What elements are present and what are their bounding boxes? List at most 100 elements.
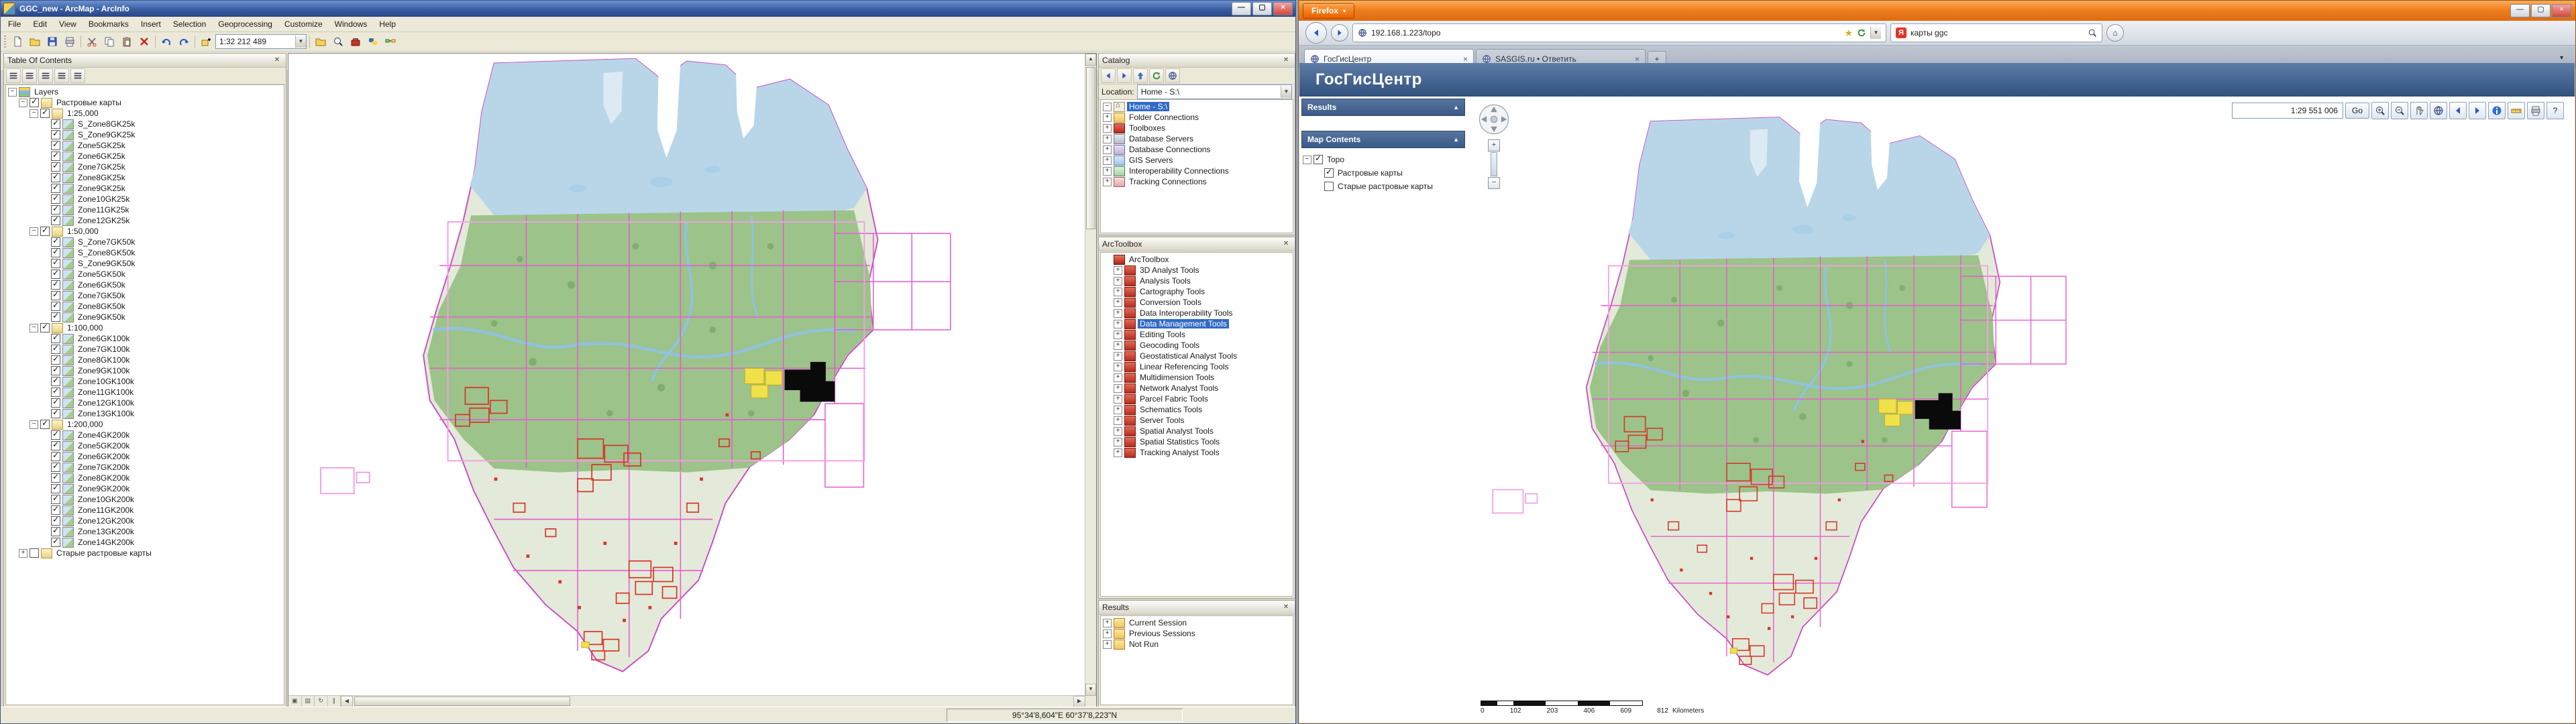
layer-checkbox[interactable] bbox=[51, 205, 60, 215]
close-button[interactable]: × bbox=[2552, 4, 2571, 17]
save-button[interactable] bbox=[44, 34, 60, 50]
toc-options-button[interactable] bbox=[70, 68, 85, 83]
expander-icon[interactable]: + bbox=[1114, 288, 1122, 296]
web-zoom-in-button[interactable] bbox=[2371, 102, 2389, 119]
toolbox-label[interactable]: Data Management Tools bbox=[1138, 319, 1229, 328]
layer-checkbox[interactable] bbox=[51, 141, 60, 150]
launch-arccatalog-button[interactable] bbox=[1165, 68, 1180, 83]
toolbox-label[interactable]: ArcToolbox bbox=[1127, 255, 1171, 264]
toc-tree-row[interactable]: − Растровые карты bbox=[6, 97, 284, 108]
toolbox-label[interactable]: Parcel Fabric Tools bbox=[1138, 394, 1210, 404]
list-all-tabs-icon[interactable]: ▼ bbox=[2553, 54, 2570, 61]
layer-label[interactable]: Zone9GK200k bbox=[76, 484, 131, 493]
layer-checkbox[interactable] bbox=[51, 334, 60, 343]
expander-icon[interactable]: − bbox=[30, 109, 38, 118]
expander-icon[interactable]: + bbox=[1114, 266, 1122, 275]
toc-tree-row[interactable]: S_Zone8GK25k bbox=[6, 119, 284, 129]
layer-label[interactable]: S_Zone8GK50k bbox=[76, 248, 137, 257]
print-button[interactable] bbox=[62, 34, 78, 50]
python-window-button[interactable] bbox=[365, 34, 381, 50]
layer-checkbox[interactable] bbox=[51, 269, 60, 279]
tab-close-icon[interactable] bbox=[1463, 54, 1468, 64]
layer-checkbox[interactable] bbox=[40, 227, 50, 236]
web-layer-row[interactable]: − Topo bbox=[1301, 153, 1466, 166]
layer-label[interactable]: Zone11GK100k bbox=[76, 387, 136, 397]
toc-tree-row[interactable]: − 1:100,000 bbox=[6, 322, 284, 333]
layer-checkbox[interactable] bbox=[51, 312, 60, 322]
toolbox-label[interactable]: Spatial Statistics Tools bbox=[1138, 437, 1222, 446]
firefox-app-button[interactable]: Firefox bbox=[1303, 3, 1354, 19]
list-by-drawing-order-button[interactable] bbox=[6, 68, 21, 83]
tab-label[interactable]: ГосГисЦентр bbox=[1324, 54, 1371, 64]
toc-tree-row[interactable]: Zone7GK100k bbox=[6, 344, 284, 355]
layer-label[interactable]: Zone6GK200k bbox=[76, 452, 131, 461]
expander-icon[interactable]: + bbox=[1114, 373, 1122, 382]
list-by-selection-button[interactable] bbox=[54, 68, 69, 83]
web-full-extent-button[interactable] bbox=[2430, 102, 2447, 119]
layer-label[interactable]: Zone5GK200k bbox=[76, 441, 131, 450]
layer-checkbox[interactable] bbox=[51, 216, 60, 225]
firefox-titlebar[interactable]: Firefox — ▢ × bbox=[1299, 1, 2575, 21]
layer-checkbox[interactable] bbox=[51, 119, 60, 129]
toolbar-grip[interactable] bbox=[4, 36, 6, 48]
expander-icon[interactable]: + bbox=[1103, 167, 1112, 176]
toolbox-tree-row[interactable]: ArcToolbox bbox=[1101, 254, 1293, 265]
list-by-source-button[interactable] bbox=[22, 68, 37, 83]
toc-tree-row[interactable]: Zone10GK25k bbox=[6, 194, 284, 204]
toolbox-tree-row[interactable]: + Analysis Tools bbox=[1101, 276, 1293, 286]
expander-icon[interactable]: + bbox=[1103, 124, 1112, 133]
layer-checkbox[interactable] bbox=[51, 194, 60, 204]
layer-label[interactable]: Zone8GK50k bbox=[76, 302, 127, 311]
back-button[interactable] bbox=[1305, 22, 1327, 44]
toc-tree-row[interactable]: − Layers bbox=[6, 86, 284, 97]
toc-tree-row[interactable]: − 1:200,000 bbox=[6, 419, 284, 430]
toolbox-tree-row[interactable]: + Schematics Tools bbox=[1101, 404, 1293, 415]
layer-checkbox[interactable] bbox=[51, 130, 60, 139]
expander-icon[interactable]: + bbox=[1103, 113, 1112, 122]
toc-tree-row[interactable]: S_Zone9GK25k bbox=[6, 129, 284, 140]
close-icon[interactable]: ✕ bbox=[1281, 603, 1291, 613]
arcmap-titlebar[interactable]: GGC_new - ArcMap - ArcInfo — ▢ × bbox=[1, 1, 1295, 17]
layer-checkbox[interactable] bbox=[40, 420, 50, 429]
expander-icon[interactable]: + bbox=[1103, 629, 1112, 638]
toc-tree-row[interactable]: Zone8GK50k bbox=[6, 301, 284, 312]
layer-checkbox[interactable] bbox=[51, 409, 60, 418]
catalog-node-label[interactable]: Toolboxes bbox=[1127, 123, 1167, 133]
toc-tree-row[interactable]: Zone9GK25k bbox=[6, 183, 284, 194]
toc-tree-row[interactable]: Zone5GK25k bbox=[6, 140, 284, 151]
toolbox-label[interactable]: Editing Tools bbox=[1138, 330, 1187, 339]
toc-tree-row[interactable]: Zone13GK200k bbox=[6, 526, 284, 537]
catalog-tree-row[interactable]: + Folder Connections bbox=[1101, 112, 1293, 123]
toc-tree-row[interactable]: Zone7GK200k bbox=[6, 462, 284, 473]
expander-icon[interactable]: + bbox=[1103, 178, 1112, 186]
toc-tree-row[interactable]: + Старые растровые карты bbox=[6, 548, 284, 558]
expander-icon[interactable]: + bbox=[1114, 448, 1122, 457]
catalog-title[interactable]: Catalog ✕ bbox=[1099, 54, 1295, 68]
web-zoom-out-button[interactable] bbox=[2391, 102, 2408, 119]
menu-item[interactable]: Geoprocessing bbox=[212, 17, 278, 31]
web-print-button[interactable] bbox=[2527, 102, 2544, 119]
expander-icon[interactable]: + bbox=[1114, 427, 1122, 436]
layer-label[interactable]: Zone4GK200k bbox=[76, 430, 131, 440]
go-button[interactable]: Go bbox=[2345, 103, 2369, 119]
bookmark-star-icon[interactable]: ★ bbox=[1844, 27, 1853, 39]
catalog-node-label[interactable]: Tracking Connections bbox=[1127, 177, 1209, 186]
catalog-back-button[interactable] bbox=[1101, 68, 1116, 83]
catalog-node-label[interactable]: Database Servers bbox=[1127, 134, 1195, 143]
toolbox-tree-row[interactable]: + Tracking Analyst Tools bbox=[1101, 447, 1293, 458]
toc-tree-row[interactable]: Zone6GK25k bbox=[6, 151, 284, 162]
toc-tree-row[interactable]: Zone6GK100k bbox=[6, 333, 284, 344]
menu-item[interactable]: Selection bbox=[167, 17, 212, 31]
layer-label[interactable]: Zone9GK25k bbox=[76, 184, 127, 193]
catalog-node-label[interactable]: Database Connections bbox=[1127, 145, 1212, 154]
layer-checkbox[interactable] bbox=[51, 259, 60, 268]
toolbox-tree-row[interactable]: + Editing Tools bbox=[1101, 329, 1293, 340]
layer-checkbox[interactable] bbox=[51, 527, 60, 536]
layer-checkbox[interactable] bbox=[51, 173, 60, 182]
collapse-chevron-icon[interactable]: ▲ bbox=[1453, 136, 1459, 143]
toolbox-tree-row[interactable]: + Data Management Tools bbox=[1101, 318, 1293, 329]
layer-checkbox[interactable] bbox=[51, 441, 60, 450]
layer-label[interactable]: Zone8GK25k bbox=[76, 173, 127, 182]
delete-button[interactable] bbox=[136, 34, 152, 50]
toc-tree-row[interactable]: Zone7GK25k bbox=[6, 162, 284, 172]
